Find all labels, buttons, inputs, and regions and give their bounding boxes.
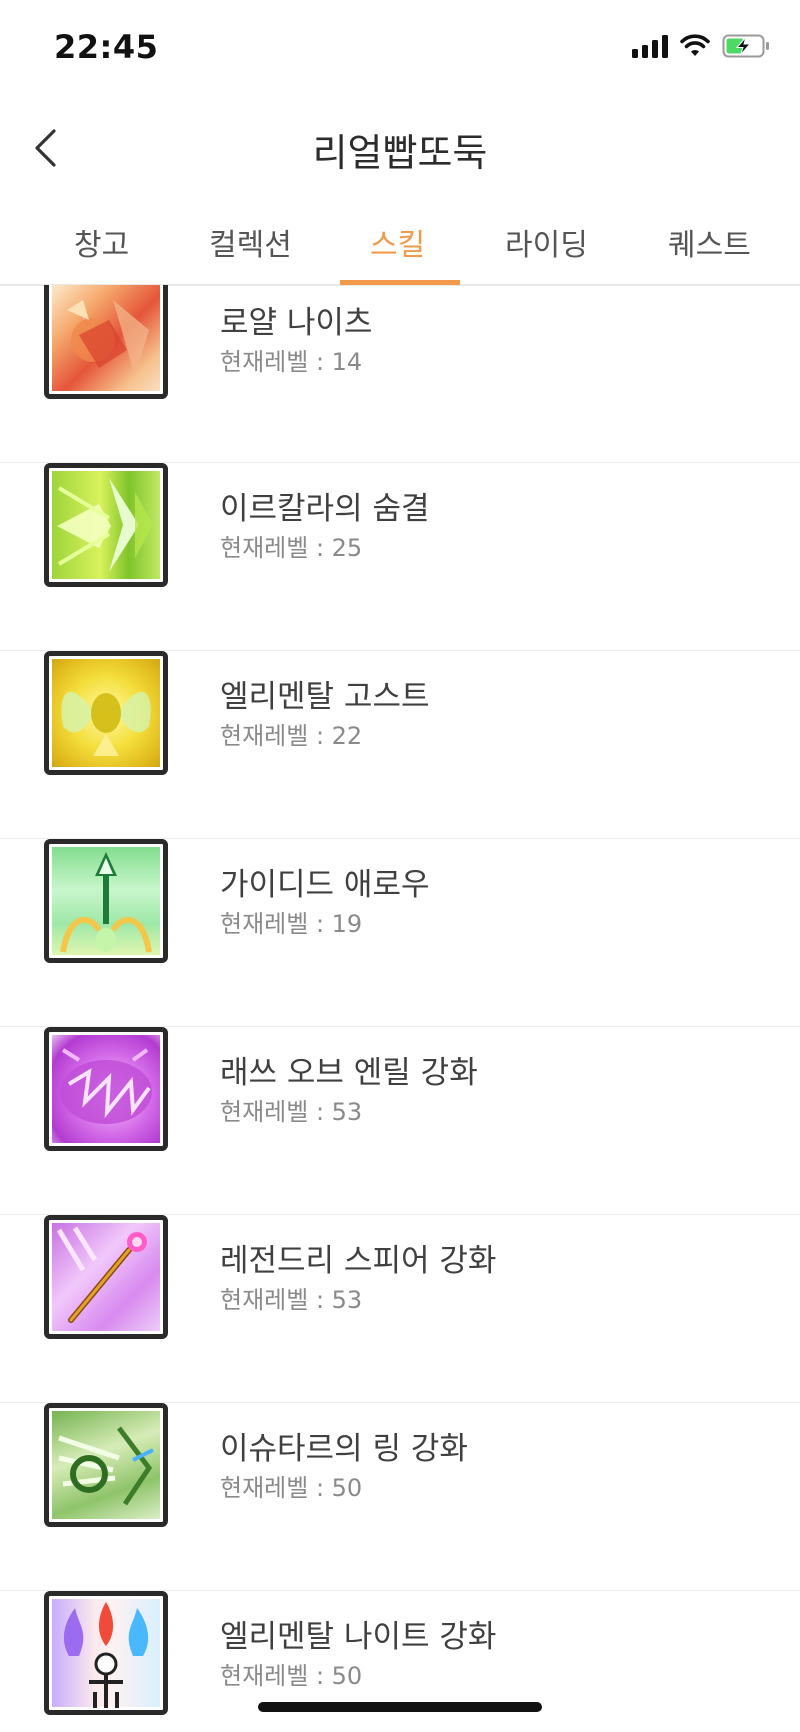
skill-level: 현재레벨 : 22 <box>220 722 363 750</box>
skill-list-item[interactable]: 엘리멘탈 고스트 현재레벨 : 22 <box>0 651 800 839</box>
tab-quest[interactable]: 퀘스트 <box>668 220 751 264</box>
skill-list-item[interactable]: 래쓰 오브 엔릴 강화 현재레벨 : 53 <box>0 1027 800 1215</box>
home-indicator[interactable] <box>258 1702 542 1712</box>
elemental-knights-skill-icon <box>44 1591 168 1715</box>
tab-bar: 창고 컬렉션 스킬 라이딩 퀘스트 <box>0 200 800 286</box>
guided-arrow-skill-icon <box>44 839 168 963</box>
skill-list-item[interactable]: 이르칼라의 숨결 현재레벨 : 25 <box>0 463 800 651</box>
status-time: 22:45 <box>54 28 159 66</box>
skill-name: 래쓰 오브 엔릴 강화 <box>220 1055 478 1091</box>
skill-level: 현재레벨 : 53 <box>220 1286 363 1314</box>
tab-storage[interactable]: 창고 <box>74 220 129 264</box>
skill-level: 현재레벨 : 14 <box>220 348 363 376</box>
skill-list[interactable]: 로얄 나이츠 현재레벨 : 14 이르칼라의 숨결 현재레벨 : 25 엘리멘탈… <box>0 285 800 1732</box>
skill-level: 현재레벨 : 25 <box>220 534 363 562</box>
skill-list-item[interactable]: 로얄 나이츠 현재레벨 : 14 <box>0 285 800 463</box>
irkalla-breath-skill-icon <box>44 463 168 587</box>
skill-name: 엘리멘탈 나이트 강화 <box>220 1619 497 1655</box>
skill-list-item[interactable]: 이슈타르의 링 강화 현재레벨 : 50 <box>0 1403 800 1591</box>
tab-riding[interactable]: 라이딩 <box>505 220 588 264</box>
skill-list-item[interactable]: 가이디드 애로우 현재레벨 : 19 <box>0 839 800 1027</box>
elemental-ghost-skill-icon <box>44 651 168 775</box>
skill-name: 레전드리 스피어 강화 <box>220 1243 497 1279</box>
skill-level: 현재레벨 : 53 <box>220 1098 363 1126</box>
navigation-header: 리얼빱또둑 <box>0 100 800 196</box>
royal-knights-skill-icon <box>44 285 168 399</box>
skill-name: 로얄 나이츠 <box>220 305 373 341</box>
page-title: 리얼빱또둑 <box>312 131 488 175</box>
skill-name: 이르칼라의 숨결 <box>220 491 430 527</box>
cellular-signal-icon <box>632 34 668 58</box>
legendary-spear-skill-icon <box>44 1215 168 1339</box>
status-bar: 22:45 <box>0 0 800 100</box>
ishtar-ring-skill-icon <box>44 1403 168 1527</box>
wifi-icon <box>680 34 710 56</box>
skill-level: 현재레벨 : 19 <box>220 910 363 938</box>
battery-charging-icon <box>722 34 769 58</box>
skill-name: 가이디드 애로우 <box>220 867 430 903</box>
skill-level: 현재레벨 : 50 <box>220 1474 363 1502</box>
skill-name: 엘리멘탈 고스트 <box>220 679 430 715</box>
skill-list-item[interactable]: 레전드리 스피어 강화 현재레벨 : 53 <box>0 1215 800 1403</box>
skill-name: 이슈타르의 링 강화 <box>220 1431 468 1467</box>
status-icons <box>632 34 770 58</box>
wrath-of-enlil-skill-icon <box>44 1027 168 1151</box>
skill-level: 현재레벨 : 50 <box>220 1662 363 1690</box>
tab-collection[interactable]: 컬렉션 <box>209 220 292 264</box>
tab-skill[interactable]: 스킬 <box>370 220 425 264</box>
